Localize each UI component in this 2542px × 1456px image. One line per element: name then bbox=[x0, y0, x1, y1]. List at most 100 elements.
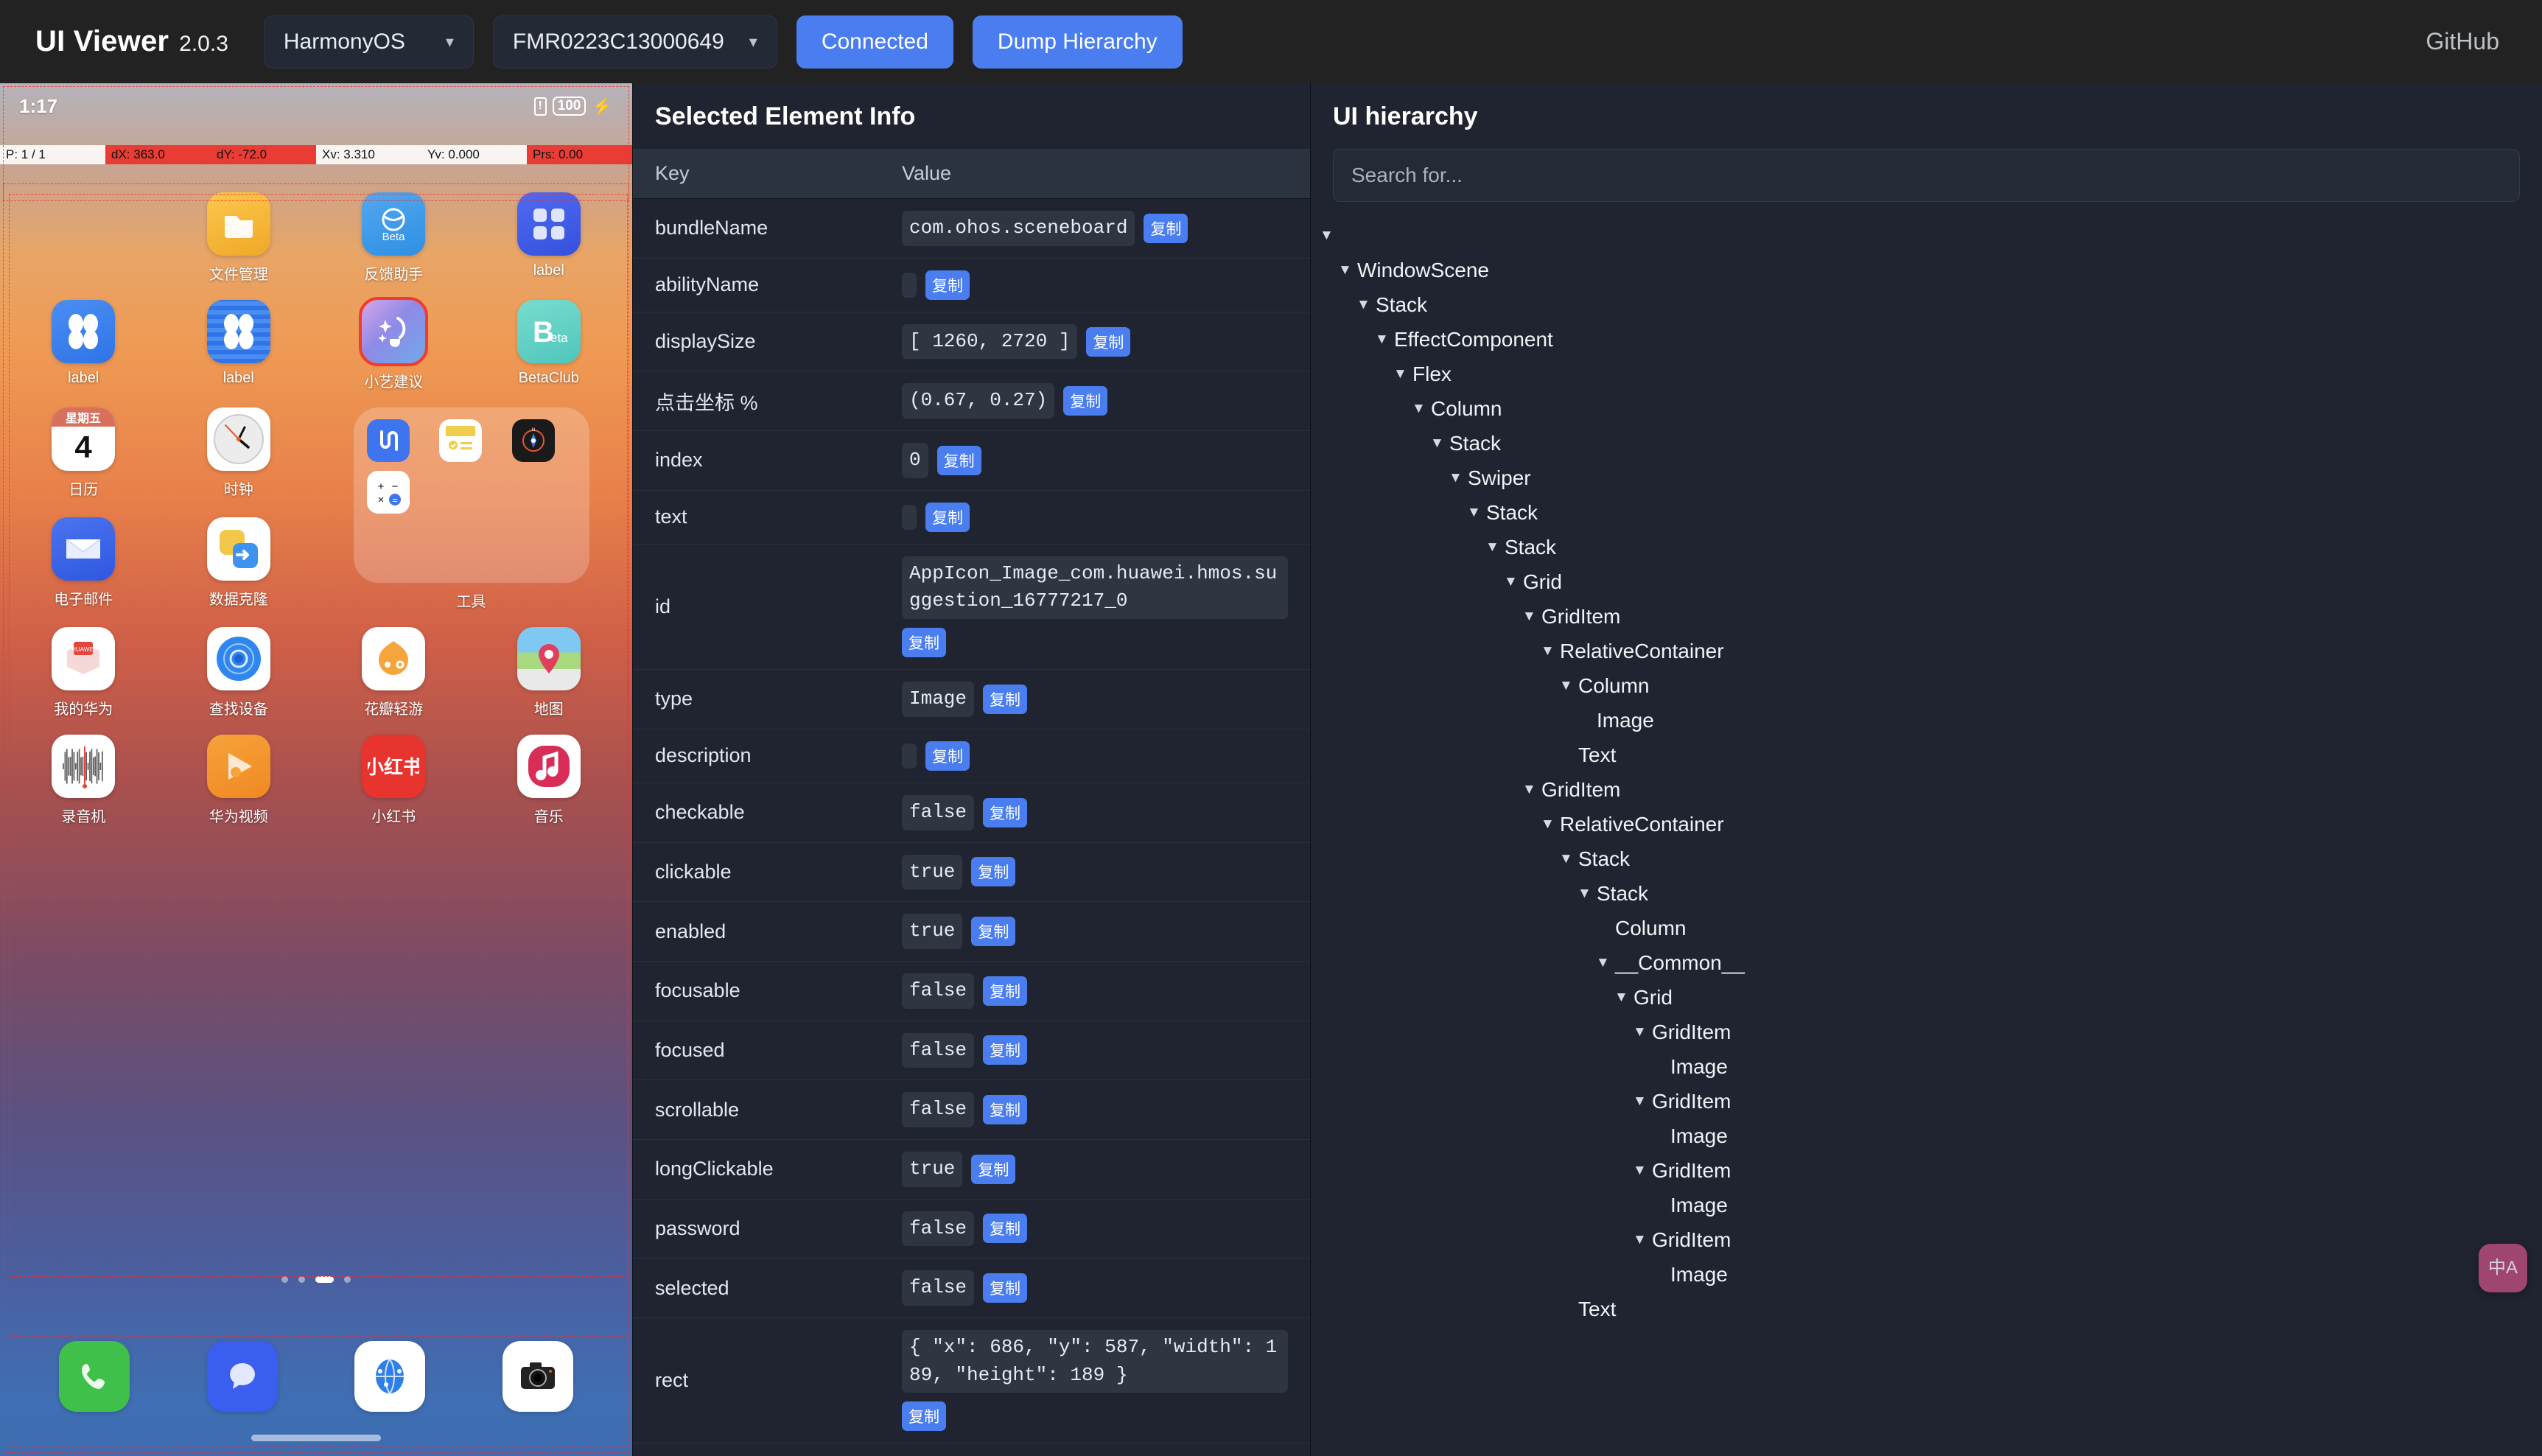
tree-node[interactable]: ▼GridItem bbox=[1320, 599, 2542, 634]
page-dot[interactable] bbox=[315, 1276, 334, 1283]
copy-button[interactable]: 复制 bbox=[902, 1401, 946, 1431]
tree-node[interactable]: ▼Image bbox=[1320, 1188, 2542, 1222]
my-huawei-icon[interactable]: HUAWEI bbox=[52, 627, 115, 690]
find-device-icon[interactable] bbox=[207, 627, 270, 690]
chevron-down-icon[interactable]: ▼ bbox=[1375, 332, 1394, 348]
copy-button[interactable]: 复制 bbox=[925, 741, 970, 771]
chevron-down-icon[interactable]: ▼ bbox=[1596, 955, 1615, 971]
device-select[interactable]: FMR0223C13000649 ▾ bbox=[493, 15, 777, 69]
copy-button[interactable]: 复制 bbox=[1086, 327, 1130, 357]
chevron-down-icon[interactable]: ▼ bbox=[1393, 366, 1412, 382]
tree-node[interactable]: ▼Swiper bbox=[1320, 461, 2542, 495]
copy-button[interactable]: 复制 bbox=[971, 1155, 1015, 1184]
translate-fab-button[interactable]: 中A bbox=[2479, 1244, 2527, 1292]
tree-node[interactable]: ▼Text bbox=[1320, 738, 2542, 772]
chevron-down-icon[interactable]: ▼ bbox=[1633, 1024, 1652, 1040]
copy-button[interactable]: 复制 bbox=[925, 503, 970, 532]
copy-button[interactable]: 复制 bbox=[983, 976, 1027, 1006]
camera-icon[interactable] bbox=[503, 1341, 573, 1412]
tree-node[interactable]: ▼Image bbox=[1320, 1257, 2542, 1292]
tree-node[interactable]: ▼Grid bbox=[1320, 564, 2542, 599]
app-icon-cell[interactable]: 华为视频 bbox=[161, 735, 317, 826]
app-icon-cell[interactable]: BetaBetaClub bbox=[472, 300, 627, 391]
grid-blue-icon[interactable] bbox=[517, 192, 581, 256]
copy-button[interactable]: 复制 bbox=[983, 798, 1027, 827]
tree-node[interactable]: ▼Column bbox=[1320, 911, 2542, 945]
chevron-down-icon[interactable]: ▼ bbox=[1485, 539, 1505, 556]
email-icon[interactable] bbox=[52, 517, 115, 581]
chevron-down-icon[interactable]: ▼ bbox=[1412, 401, 1431, 417]
tree-node[interactable]: ▼GridItem bbox=[1320, 772, 2542, 807]
clone-icon[interactable] bbox=[207, 517, 270, 581]
app-icon-cell[interactable]: 星期五4日历 bbox=[6, 407, 161, 501]
tree-node[interactable]: ▼Grid bbox=[1320, 980, 2542, 1015]
app-icon-cell[interactable]: Beta反馈助手 bbox=[316, 192, 472, 284]
tree-node[interactable]: ▼Stack bbox=[1320, 841, 2542, 876]
connect-button[interactable]: Connected bbox=[796, 15, 953, 69]
maps-icon[interactable] bbox=[517, 627, 581, 690]
copy-button[interactable]: 复制 bbox=[983, 1273, 1027, 1303]
copy-button[interactable]: 复制 bbox=[925, 270, 970, 300]
tree-node[interactable]: ▼Stack bbox=[1320, 530, 2542, 564]
page-dot[interactable] bbox=[298, 1276, 305, 1283]
app-icon-cell[interactable]: 文件管理 bbox=[161, 192, 317, 284]
tree-node[interactable]: ▼Text bbox=[1320, 1292, 2542, 1326]
chevron-down-icon[interactable]: ▼ bbox=[1578, 886, 1597, 902]
copy-button[interactable]: 复制 bbox=[971, 857, 1015, 886]
chevron-down-icon[interactable]: ▼ bbox=[1467, 505, 1486, 521]
github-link[interactable]: GitHub bbox=[2426, 28, 2507, 55]
betaclub-icon[interactable]: Beta bbox=[517, 300, 581, 363]
chevron-down-icon[interactable]: ▼ bbox=[1356, 297, 1376, 313]
recorder-icon[interactable] bbox=[52, 735, 115, 798]
app-icon-cell[interactable]: 录音机 bbox=[6, 735, 161, 826]
tree-node[interactable]: ▼RelativeContainer bbox=[1320, 634, 2542, 668]
copy-button[interactable]: 复制 bbox=[902, 628, 946, 657]
app-icon-cell[interactable]: 音乐 bbox=[472, 735, 627, 826]
app-folder[interactable]: N+−×=工具 bbox=[316, 407, 626, 611]
xiaohongshu-icon[interactable]: 小红书 bbox=[362, 735, 425, 798]
tree-node[interactable]: ▼GridItem bbox=[1320, 1084, 2542, 1119]
browser-icon[interactable] bbox=[354, 1341, 425, 1412]
os-select[interactable]: HarmonyOS ▾ bbox=[264, 15, 474, 69]
phone-icon[interactable] bbox=[59, 1341, 130, 1412]
tree-node[interactable]: ▼Column bbox=[1320, 668, 2542, 703]
tree-node[interactable]: ▼EffectComponent bbox=[1320, 322, 2542, 357]
copy-button[interactable]: 复制 bbox=[971, 917, 1015, 946]
copy-button[interactable]: 复制 bbox=[1063, 386, 1107, 416]
app-icon-cell[interactable]: 花瓣轻游 bbox=[316, 627, 472, 718]
chevron-down-icon[interactable]: ▼ bbox=[1633, 1093, 1652, 1110]
calculator-icon[interactable]: +−×= bbox=[367, 471, 410, 514]
copy-button[interactable]: 复制 bbox=[983, 1214, 1027, 1243]
copy-button[interactable]: 复制 bbox=[1144, 214, 1188, 243]
tree-node[interactable]: ▼Stack bbox=[1320, 876, 2542, 911]
device-screen-mirror[interactable]: 1:17 ! 100 ⚡ P: 1 / 1dX: 363.0dY: -72.0X… bbox=[0, 83, 632, 1456]
tree-node[interactable]: ▼GridItem bbox=[1320, 1153, 2542, 1188]
app-icon-cell[interactable]: label bbox=[6, 300, 161, 391]
tree-node[interactable]: ▼WindowScene bbox=[1320, 253, 2542, 287]
app-icon-cell[interactable]: 小红书小红书 bbox=[316, 735, 472, 826]
page-dot[interactable] bbox=[344, 1276, 351, 1283]
tree-root-node[interactable]: ▼ bbox=[1320, 218, 2542, 253]
chevron-down-icon[interactable]: ▼ bbox=[1430, 435, 1449, 452]
app-icon-cell[interactable]: 电子邮件 bbox=[6, 517, 161, 611]
chevron-down-icon[interactable]: ▼ bbox=[1559, 678, 1578, 694]
app-icon-cell[interactable]: 时钟 bbox=[161, 407, 317, 501]
chevron-down-icon[interactable]: ▼ bbox=[1541, 643, 1560, 659]
page-dot[interactable] bbox=[281, 1276, 288, 1283]
petal-games-icon[interactable] bbox=[362, 627, 425, 690]
huawei-video-icon[interactable] bbox=[207, 735, 270, 798]
tools-blue-icon[interactable] bbox=[367, 419, 410, 462]
chevron-down-icon[interactable]: ▼ bbox=[1449, 470, 1468, 486]
app-icon-cell[interactable]: 查找设备 bbox=[161, 627, 317, 718]
tree-node[interactable]: ▼Stack bbox=[1320, 287, 2542, 322]
music-icon[interactable] bbox=[517, 735, 581, 798]
clover-blue-icon[interactable] bbox=[52, 300, 115, 363]
dump-hierarchy-button[interactable]: Dump Hierarchy bbox=[973, 15, 1183, 69]
tree-node[interactable]: ▼Stack bbox=[1320, 495, 2542, 530]
compass-icon[interactable]: N bbox=[512, 419, 555, 462]
app-icon-cell[interactable]: 地图 bbox=[472, 627, 627, 718]
copy-button[interactable]: 复制 bbox=[983, 685, 1027, 714]
tree-node[interactable]: ▼GridItem bbox=[1320, 1015, 2542, 1049]
messages-icon[interactable] bbox=[207, 1341, 278, 1412]
chevron-down-icon[interactable]: ▼ bbox=[1633, 1163, 1652, 1179]
